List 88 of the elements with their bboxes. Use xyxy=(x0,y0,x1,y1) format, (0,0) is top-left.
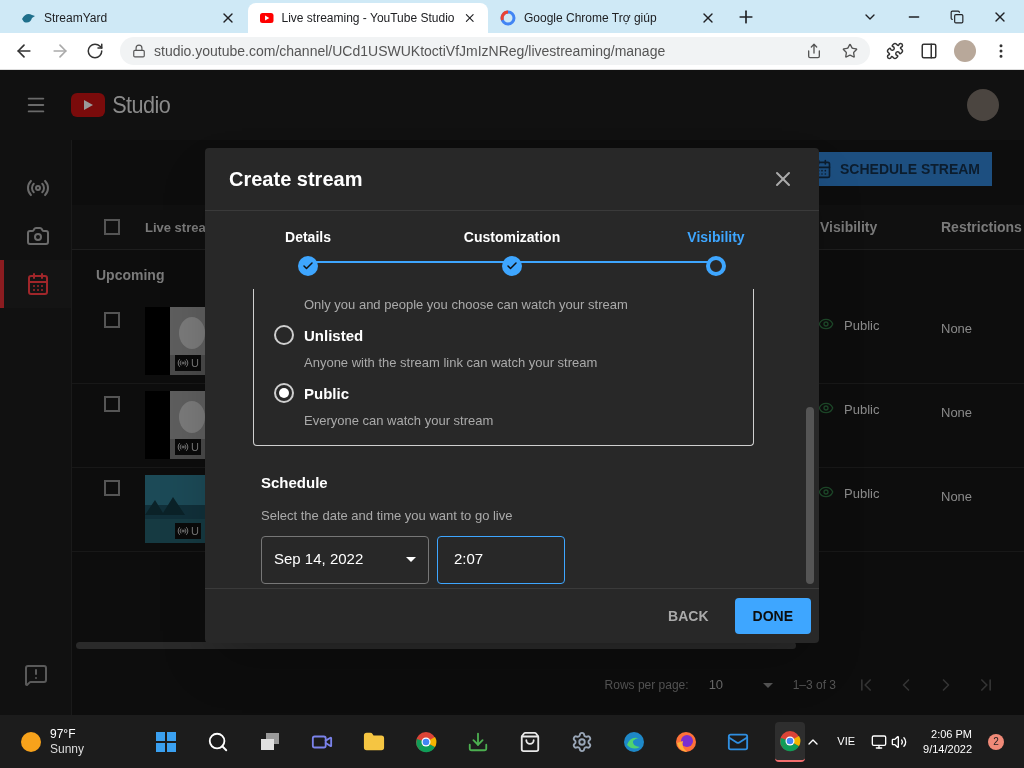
date-select[interactable]: Sep 14, 2022 xyxy=(261,535,429,584)
camera-icon[interactable] xyxy=(25,224,50,248)
restrictions-text: None xyxy=(941,489,973,504)
visibility-text: Public xyxy=(844,485,880,503)
rows-per-page-label: Rows per page: xyxy=(604,677,689,694)
step-label: Details xyxy=(285,228,331,247)
windows-icon[interactable] xyxy=(155,730,178,753)
feedback-icon[interactable] xyxy=(23,663,48,687)
page-range-text: 1–3 of 3 xyxy=(792,677,836,694)
broadcast-icon xyxy=(177,524,189,537)
option-description: Everyone can watch your stream xyxy=(304,412,494,430)
clock-time[interactable]: 2:06 PM xyxy=(931,726,972,742)
volume-icon[interactable] xyxy=(891,733,908,750)
address-field[interactable]: studio.youtube.com/channel/UCd1USWUKtoctiVfJmIzNReg/livestreaming/manage xyxy=(120,37,870,65)
checkbox[interactable] xyxy=(104,219,120,235)
tab-title: Live streaming - YouTube Studio xyxy=(281,10,455,27)
tab-title: Google Chrome Trợ giúp xyxy=(524,10,658,27)
play-logo-icon xyxy=(71,93,105,117)
folder-icon[interactable] xyxy=(363,730,386,753)
section-label: Upcoming xyxy=(96,265,165,285)
checkbox[interactable] xyxy=(104,480,120,496)
option-description: Only you and people you choose can watch your stream xyxy=(304,296,628,314)
column-header: Live strea xyxy=(145,220,206,235)
radio-button[interactable] xyxy=(274,324,294,345)
browser-tab[interactable]: Google Chrome Trợ giúp xyxy=(488,3,728,33)
language-text[interactable]: VIE xyxy=(837,733,856,750)
tab-title: StreamYard xyxy=(44,10,109,27)
broadcast-icon xyxy=(177,440,189,453)
shopping-bag-icon[interactable] xyxy=(519,730,542,753)
play-icon xyxy=(260,12,274,24)
section-title: Schedule xyxy=(261,472,329,493)
notification-count[interactable]: 2 xyxy=(988,733,1004,750)
chrome-icon[interactable] xyxy=(779,729,802,752)
back-button[interactable]: BACK xyxy=(654,598,723,634)
scrollbar-thumb[interactable] xyxy=(806,407,814,584)
logo-text: Studio xyxy=(112,90,171,120)
badge-text: U xyxy=(191,439,199,455)
dropdown-arrow-icon xyxy=(406,557,416,562)
step-label: Visibility xyxy=(687,228,745,247)
browser-tab[interactable]: Live streaming - YouTube Studio xyxy=(248,3,488,33)
option-label: Unlisted xyxy=(304,325,365,346)
eye-icon xyxy=(818,316,834,332)
step-label: Customization xyxy=(463,228,561,247)
side-panel-icon[interactable] xyxy=(920,42,938,60)
restore-icon[interactable] xyxy=(950,10,964,24)
visibility-text: Public xyxy=(844,401,880,419)
search-icon[interactable] xyxy=(207,730,230,753)
reload-icon[interactable] xyxy=(86,42,104,60)
calendar-icon[interactable] xyxy=(25,272,50,296)
fox-globe-icon[interactable] xyxy=(675,730,698,753)
url-text: studio.youtube.com/channel/UCd1USWUKtoctiVfJmIzNReg/livestreaming/manage xyxy=(154,41,667,61)
hint-text: Select the date and time you want to go live xyxy=(261,507,514,525)
option-label: Public xyxy=(304,383,350,404)
browser-tab[interactable]: StreamYard xyxy=(8,3,248,33)
checkbox[interactable] xyxy=(104,396,120,412)
dialog-title: Create stream xyxy=(229,167,363,192)
clock-date[interactable]: 9/14/2022 xyxy=(923,741,972,757)
option-description: Anyone with the stream link can watch your stream xyxy=(304,354,598,372)
badge-text: U xyxy=(191,523,199,539)
restrictions-text: None xyxy=(941,405,973,420)
dropdown-arrow-icon xyxy=(762,682,773,688)
network-icon[interactable] xyxy=(871,733,888,750)
eye-icon xyxy=(818,484,834,500)
done-button[interactable]: DONE xyxy=(734,598,811,634)
swirl-icon[interactable] xyxy=(623,730,646,753)
eye-icon xyxy=(818,400,834,416)
lock-icon xyxy=(132,44,146,58)
extensions-icon[interactable] xyxy=(886,42,904,60)
chrome-icon[interactable] xyxy=(415,730,438,753)
broadcast-icon xyxy=(177,356,189,369)
settings-icon[interactable] xyxy=(571,730,594,753)
temperature-text: 97°F xyxy=(50,726,77,742)
download-icon[interactable] xyxy=(467,730,490,753)
checkbox[interactable] xyxy=(104,312,120,328)
column-header: Restrictions xyxy=(941,219,1022,235)
weather-text: Sunny xyxy=(50,741,85,757)
visibility-text: Public xyxy=(844,317,880,335)
column-header: Visibility xyxy=(820,219,878,235)
taskbar-app[interactable] xyxy=(775,721,806,762)
radio-button[interactable] xyxy=(274,382,294,403)
star-icon[interactable] xyxy=(842,43,858,59)
badge-text: U xyxy=(191,355,199,371)
g-icon xyxy=(500,10,516,26)
windows-stack-icon[interactable] xyxy=(259,730,282,753)
share-icon[interactable] xyxy=(806,43,822,59)
sun-icon xyxy=(20,730,42,753)
time-field[interactable]: 2:07 xyxy=(437,535,565,584)
restrictions-text: None xyxy=(941,321,973,336)
